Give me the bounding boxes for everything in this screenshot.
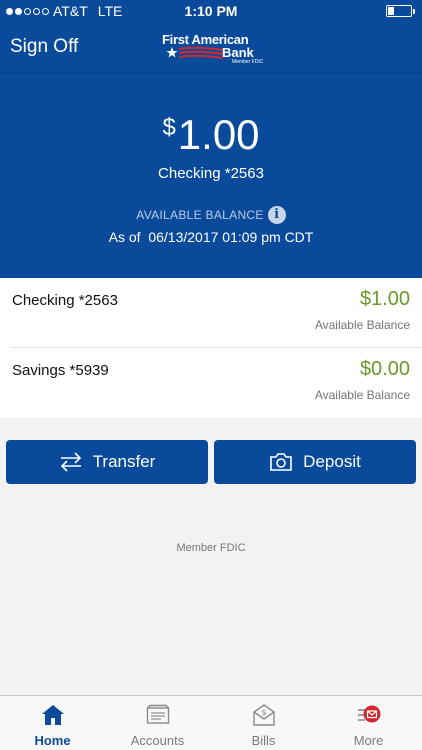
summary-account-name: Checking *2563	[158, 165, 264, 182]
bills-icon: $	[253, 704, 275, 726]
deposit-label: Deposit	[303, 452, 361, 471]
bank-logo: First American Bank Member FDIC	[160, 30, 264, 66]
status-time: 1:10 PM	[184, 3, 238, 19]
accounts-icon	[146, 704, 170, 724]
account-name: Checking *2563	[12, 292, 118, 309]
deposit-button[interactable]: Deposit	[214, 440, 416, 484]
tab-accounts[interactable]: Accounts	[105, 696, 210, 750]
tab-label: Accounts	[130, 733, 185, 748]
camera-icon	[270, 453, 292, 471]
available-balance-label: AVAILABLE BALANCE	[136, 208, 264, 222]
total-balance: $1.00	[0, 111, 422, 159]
tab-label: Home	[34, 733, 71, 748]
home-icon	[42, 705, 64, 725]
as-of-row: As of 06/13/2017 01:09 pm CDT	[0, 229, 422, 245]
logo-fdic-text: Member FDIC	[232, 59, 264, 65]
account-row-savings[interactable]: Savings *5939 $0.00 Available Balance	[0, 348, 422, 418]
balance-summary: $1.00 Checking *2563 AVAILABLE BALANCE i…	[0, 72, 422, 278]
logo-flag-icon	[166, 46, 223, 59]
as-of-datetime: 06/13/2017 01:09 pm CDT	[148, 229, 314, 245]
battery-icon	[386, 5, 415, 17]
transfer-arrows-icon	[60, 452, 81, 472]
tab-label: Bills	[251, 733, 276, 748]
info-icon[interactable]: i	[267, 206, 286, 224]
tab-more[interactable]: More	[316, 696, 421, 750]
tab-home[interactable]: Home	[0, 696, 105, 750]
account-name: Savings *5939	[12, 362, 109, 379]
account-balance: $1.00	[359, 288, 410, 310]
nav-bar: Sign Off First American Bank Member FDIC	[0, 22, 422, 72]
sign-off-button[interactable]: Sign Off	[10, 36, 78, 58]
account-row-checking[interactable]: Checking *2563 $1.00 Available Balance	[0, 278, 422, 348]
transfer-label: Transfer	[92, 452, 156, 471]
logo-line2: Bank	[222, 45, 254, 60]
available-balance-row: AVAILABLE BALANCE i	[0, 206, 422, 224]
transfer-button[interactable]: Transfer	[6, 440, 208, 484]
as-of-label: As of	[108, 229, 141, 245]
account-list: Checking *2563 $1.00 Available Balance S…	[0, 278, 422, 418]
account-balance-label: Available Balance	[314, 388, 410, 402]
more-icon	[358, 705, 381, 723]
svg-text:$: $	[261, 708, 266, 717]
currency-symbol: $	[162, 114, 176, 141]
member-fdic-text: Member FDIC	[176, 542, 246, 554]
account-balance-label: Available Balance	[314, 318, 410, 332]
tab-label: More	[353, 733, 384, 748]
balance-amount: 1.00	[177, 111, 260, 158]
account-balance: $0.00	[359, 358, 410, 380]
status-bar: AT&T LTE 1:10 PM	[0, 0, 422, 22]
tab-bar: Home Accounts $ Bills More	[0, 695, 422, 750]
tab-bills[interactable]: $ Bills	[211, 696, 316, 750]
